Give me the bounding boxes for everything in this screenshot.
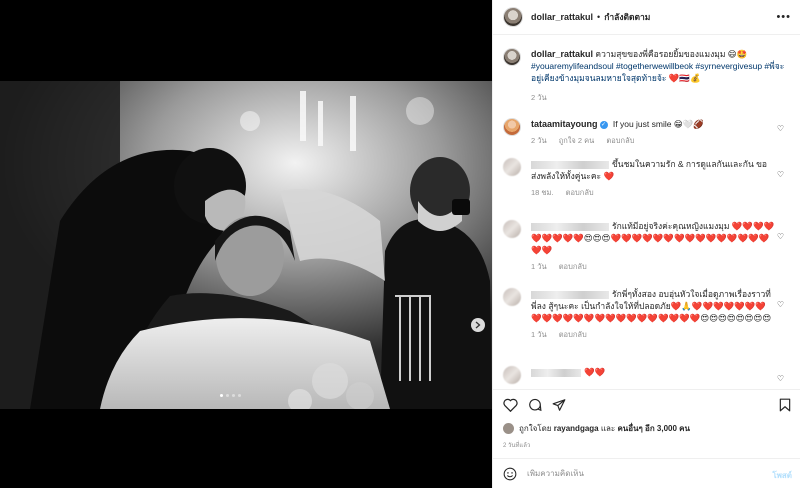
post-photo[interactable] xyxy=(0,81,492,409)
chevron-right-icon xyxy=(475,321,481,329)
caption-hashtags[interactable]: #youaremylifeandsoul #togetherwewillbeok… xyxy=(531,61,784,83)
post-timestamp: 2 วันที่แล้ว xyxy=(503,443,531,449)
carousel-dot xyxy=(220,394,223,397)
comment-item: ขึ้นชมในความรัก & การดูแลกันและกัน ขอส่ง… xyxy=(503,158,793,199)
comment-likes[interactable]: ถูกใจ 2 คน xyxy=(559,136,595,145)
post-comment-button[interactable]: โพสต์ xyxy=(772,469,792,482)
likes-summary: ถูกใจโดย rayandgaga และ คนอื่นๆ อีก 3,00… xyxy=(503,422,690,435)
more-options-icon[interactable]: ••• xyxy=(776,11,791,23)
comment-age: 1 วัน xyxy=(531,262,547,271)
carousel-indicator xyxy=(220,394,241,397)
bookmark-icon[interactable] xyxy=(779,398,791,412)
likes-and: และ xyxy=(600,424,616,433)
caption-username[interactable]: dollar_rattakul xyxy=(531,49,593,59)
comment-meta: 2 วัน ถูกใจ 2 คน ตอบกลับ xyxy=(531,135,776,147)
caption-avatar[interactable] xyxy=(503,48,521,66)
comment-item: ❤️❤️ ♡ xyxy=(503,366,793,384)
caption-age: 2 วัน xyxy=(531,93,547,102)
comment-like-icon[interactable]: ♡ xyxy=(777,124,784,133)
commenter-avatar[interactable] xyxy=(503,366,521,384)
comment-username-blurred[interactable] xyxy=(531,368,581,377)
header-separator: • xyxy=(597,12,601,22)
post-actions xyxy=(493,389,800,417)
likes-prefix: ถูกใจโดย xyxy=(519,424,552,433)
comment-age: 18 ชม. xyxy=(531,188,554,197)
post-side-panel: dollar_rattakul • กำลังติดตาม ••• dollar… xyxy=(492,0,800,488)
verified-badge-icon: ✓ xyxy=(599,120,608,129)
caption-emoji: ❤️🇹🇭💰 xyxy=(668,73,701,83)
commenter-avatar[interactable] xyxy=(503,158,521,176)
comment-meta: 18 ชม. ตอบกลับ xyxy=(531,187,776,199)
commenter-avatar[interactable] xyxy=(503,288,521,306)
reply-button[interactable]: ตอบกลับ xyxy=(566,188,594,197)
comment-item: รักพี่ๆทั้งสอง อบอุ่นหัวใจเมื่อดูภาพเรื่… xyxy=(503,288,793,341)
comment-username-blurred[interactable] xyxy=(531,290,609,299)
liker-avatar[interactable] xyxy=(503,423,514,434)
comment-input[interactable] xyxy=(527,469,757,478)
comment-meta: 1 วัน ตอบกลับ xyxy=(531,329,776,341)
following-button[interactable]: กำลังติดตาม xyxy=(604,10,650,24)
comment-age: 2 วัน xyxy=(531,136,547,145)
author-avatar[interactable] xyxy=(503,7,523,27)
caption-text: ความสุขของพี่คือรอยยิ้มของแมงมุม 😄🤩 xyxy=(595,49,748,59)
comment-username[interactable]: tataamitayoung xyxy=(531,119,598,129)
black-white-photo xyxy=(0,81,492,409)
carousel-dot xyxy=(226,394,229,397)
reply-button[interactable]: ตอบกลับ xyxy=(606,136,634,145)
add-comment-bar: โพสต์ xyxy=(493,458,800,488)
comment-like-icon[interactable]: ♡ xyxy=(777,300,784,309)
comment-text: If you just smile 😁🤍🏈 xyxy=(612,119,704,129)
heart-icon[interactable] xyxy=(503,398,518,412)
post-caption: dollar_rattakul ความสุขของพี่คือรอยยิ้มข… xyxy=(503,48,793,104)
comment-like-icon[interactable]: ♡ xyxy=(777,374,784,383)
comment-meta: 1 วัน ตอบกลับ xyxy=(531,261,776,273)
send-icon[interactable] xyxy=(552,398,566,412)
liker-username[interactable]: rayandgaga xyxy=(554,424,599,433)
emoji-icon[interactable] xyxy=(503,467,517,481)
instagram-post-modal: dollar_rattakul • กำลังติดตาม ••• dollar… xyxy=(0,0,800,488)
comment-like-icon[interactable]: ♡ xyxy=(777,170,784,179)
carousel-dot xyxy=(238,394,241,397)
comment-item: รักแท้มีอยู่จริงค่ะคุณหญิงแมงมุม ❤️❤️❤️❤… xyxy=(503,220,793,273)
author-username[interactable]: dollar_rattakul xyxy=(531,12,593,22)
next-photo-button[interactable] xyxy=(471,318,485,332)
comment-age: 1 วัน xyxy=(531,330,547,339)
post-header: dollar_rattakul • กำลังติดตาม ••• xyxy=(493,0,800,35)
comment-item: tataamitayoung ✓ If you just smile 😁🤍🏈 2 … xyxy=(503,118,793,147)
comment-like-icon[interactable]: ♡ xyxy=(777,232,784,241)
commenter-avatar[interactable] xyxy=(503,220,521,238)
reply-button[interactable]: ตอบกลับ xyxy=(559,262,587,271)
comment-text: ❤️❤️ xyxy=(584,367,606,377)
reply-button[interactable]: ตอบกลับ xyxy=(559,330,587,339)
media-area xyxy=(0,0,492,488)
comment-username-blurred[interactable] xyxy=(531,160,609,169)
likes-others[interactable]: คนอื่นๆ อีก 3,000 คน xyxy=(617,422,690,435)
comment-username-blurred[interactable] xyxy=(531,222,609,231)
comment-icon[interactable] xyxy=(528,398,542,412)
commenter-avatar[interactable] xyxy=(503,118,521,136)
carousel-dot xyxy=(232,394,235,397)
